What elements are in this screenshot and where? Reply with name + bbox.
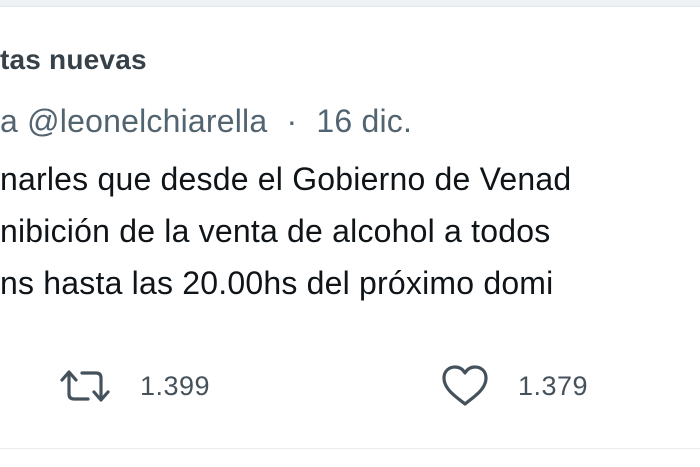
top-divider [0,0,700,7]
meta-separator: · [286,103,298,139]
like-count: 1.379 [518,370,589,401]
retweet-button[interactable]: 1.399 [58,358,210,414]
tweet-text-line: ns hasta las 20.00hs del próximo domi [0,265,554,301]
section-header-title: tas nuevas [0,44,147,75]
author-handle[interactable]: @leonelchiarella [27,103,267,139]
tweet-actions: 1.399 1.379 [0,358,700,418]
like-button[interactable]: 1.379 [440,358,588,414]
tweet-date[interactable]: 16 dic. [316,103,412,139]
heart-icon [440,364,490,408]
tweet-text-line: nibición de la venta de alcohol a todos [0,213,551,249]
author-name-fragment[interactable]: a [0,103,18,139]
tweet-meta: a @leonelchiarella · 16 dic. [0,103,412,140]
bottom-divider [0,448,700,449]
retweet-count: 1.399 [140,370,211,401]
retweet-icon [58,366,112,406]
tweet-text-line: narles que desde el Gobierno de Venad [0,161,572,197]
tweet-text: narles que desde el Gobierno de Venad ni… [0,153,700,309]
section-header: tas nuevas [0,44,147,76]
